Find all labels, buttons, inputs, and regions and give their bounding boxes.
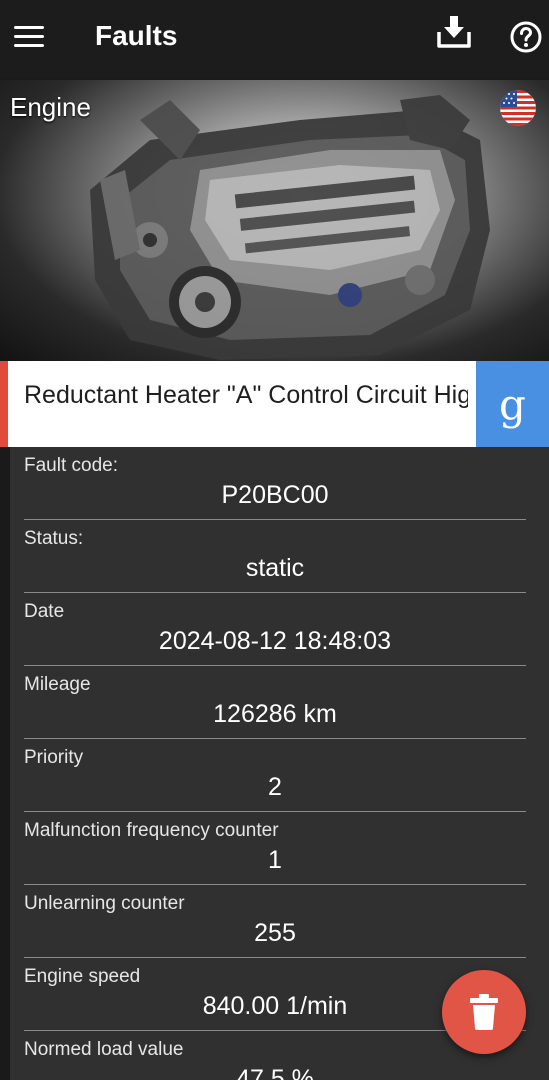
detail-value: static — [245, 554, 305, 582]
detail-label: Date — [24, 601, 65, 622]
detail-value: 2 — [268, 773, 282, 801]
detail-label: Normed load value — [24, 1039, 184, 1060]
system-label: Engine — [10, 92, 91, 122]
detail-label: Unlearning counter — [24, 893, 185, 914]
detail-value: 1 — [268, 846, 282, 874]
google-search-icon: g — [499, 379, 526, 429]
detail-value: 255 — [254, 919, 296, 947]
detail-row-status: Status: static — [10, 520, 549, 593]
engine-image: Engine — [0, 80, 549, 365]
detail-row-malfunction-frequency: Malfunction frequency counter 1 — [10, 812, 549, 885]
detail-row-fault-code: Fault code: P20BC00 — [10, 447, 549, 520]
menu-icon[interactable] — [14, 26, 44, 50]
fault-description[interactable]: Reductant Heater "A" Control Circuit Hig… — [24, 381, 468, 421]
download-icon[interactable] — [436, 14, 472, 50]
us-flag-icon[interactable] — [500, 90, 536, 126]
detail-row-unlearning-counter: Unlearning counter 255 — [10, 885, 549, 958]
detail-value: 126286 km — [213, 700, 337, 728]
detail-value: 2024-08-12 18:48:03 — [158, 627, 392, 655]
detail-row-priority: Priority 2 — [10, 739, 549, 812]
google-search-button[interactable]: g — [476, 361, 549, 447]
detail-label: Priority — [24, 747, 84, 768]
detail-label: Status: — [24, 528, 84, 549]
detail-label: Fault code: — [24, 455, 118, 476]
detail-label: Malfunction frequency counter — [24, 820, 279, 841]
detail-label: Engine speed — [24, 966, 141, 987]
detail-label: Mileage — [24, 674, 91, 695]
app-bar: Faults — [0, 0, 549, 78]
detail-value: P20BC00 — [221, 481, 329, 509]
accent-stripe — [0, 361, 8, 447]
detail-row-date: Date 2024-08-12 18:48:03 — [10, 593, 549, 666]
page-title: Faults — [95, 20, 178, 51]
detail-row-mileage: Mileage 126286 km — [10, 666, 549, 739]
help-icon[interactable] — [510, 21, 542, 53]
fault-description-bar: Reductant Heater "A" Control Circuit Hig… — [0, 361, 549, 447]
delete-icon — [470, 994, 498, 1030]
detail-value: 47.5 % — [236, 1065, 314, 1080]
delete-fault-button[interactable] — [442, 970, 526, 1054]
